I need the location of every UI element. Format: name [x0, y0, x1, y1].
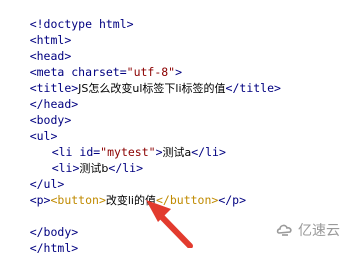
watermark-text: 亿速云 — [298, 223, 340, 239]
cloud-logo-icon — [276, 224, 292, 236]
red-arrow-icon — [146, 200, 193, 248]
watermark: 亿速云 — [276, 220, 340, 240]
